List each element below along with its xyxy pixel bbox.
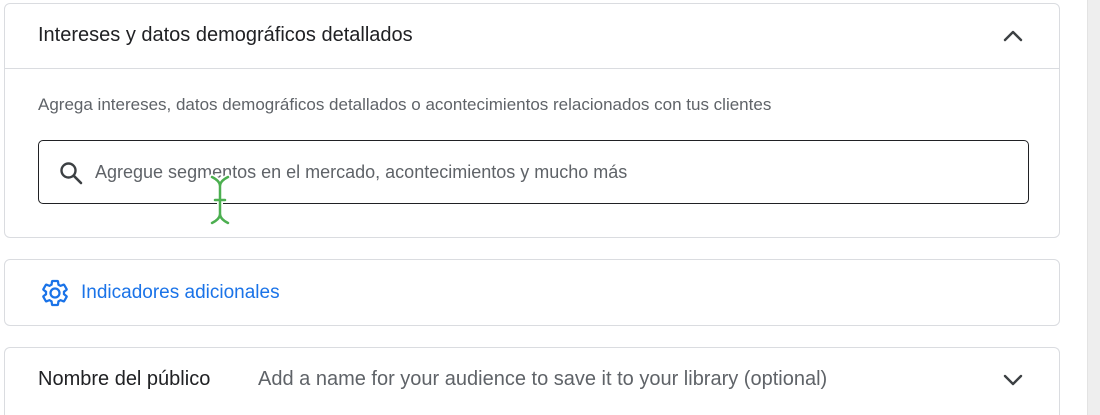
gear-icon — [40, 278, 70, 308]
audience-name-hint: Add a name for your audience to save it … — [258, 368, 828, 390]
additional-indicators-link[interactable]: Indicadores adicionales — [81, 282, 280, 304]
scrollbar-track[interactable] — [1087, 0, 1100, 415]
interests-panel: Intereses y datos demográficos detallado… — [4, 3, 1060, 238]
search-icon — [58, 160, 84, 186]
chevron-up-icon[interactable] — [1001, 24, 1025, 48]
text-cursor-icon — [206, 174, 234, 226]
additional-indicators-panel[interactable]: Indicadores adicionales — [4, 259, 1060, 326]
interests-panel-title: Intereses y datos demográficos detallado… — [38, 24, 413, 46]
audience-name-panel[interactable]: Nombre del público Add a name for your a… — [4, 347, 1060, 415]
interests-panel-header[interactable]: Intereses y datos demográficos detallado… — [5, 4, 1059, 69]
chevron-down-icon[interactable] — [1001, 368, 1025, 392]
page: Intereses y datos demográficos detallado… — [0, 0, 1100, 415]
interests-description: Agrega intereses, datos demográficos det… — [38, 95, 772, 114]
audience-name-label: Nombre del público — [38, 368, 211, 390]
segment-search-field[interactable] — [38, 140, 1029, 204]
